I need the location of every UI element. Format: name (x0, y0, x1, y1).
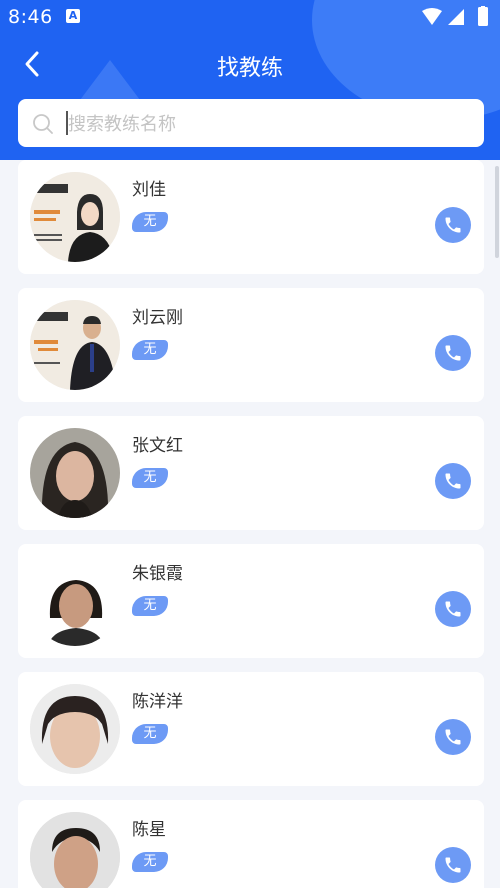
coach-card[interactable]: 朱银霞 无 (18, 544, 484, 658)
scrollbar[interactable] (495, 166, 499, 258)
coach-avatar (30, 172, 120, 262)
coach-name: 刘云刚 (132, 308, 183, 328)
coach-name: 朱银霞 (132, 564, 183, 584)
coach-avatar (30, 556, 120, 646)
coach-card[interactable]: 刘佳 无 (18, 160, 484, 274)
search-icon (33, 114, 53, 134)
coach-list[interactable]: 刘佳 无 刘云刚 无 张文红 无 朱银霞 无 陈洋洋 无 陈星 无 (0, 160, 500, 888)
phone-icon (445, 857, 461, 873)
coach-avatar (30, 428, 120, 518)
status-bar: 8:46 A (0, 0, 500, 34)
coach-card[interactable]: 陈洋洋 无 (18, 672, 484, 786)
coach-name: 陈洋洋 (132, 692, 183, 712)
call-button[interactable] (435, 719, 471, 755)
status-time: 8:46 (8, 6, 53, 28)
phone-icon (445, 473, 461, 489)
call-button[interactable] (435, 463, 471, 499)
text-cursor (66, 111, 68, 135)
coach-name: 陈星 (132, 820, 166, 840)
coach-tag: 无 (132, 212, 168, 232)
coach-tag: 无 (132, 724, 168, 744)
call-button[interactable] (435, 335, 471, 371)
coach-avatar (30, 684, 120, 774)
call-button[interactable] (435, 847, 471, 883)
coach-avatar (30, 812, 120, 888)
coach-name: 张文红 (132, 436, 183, 456)
coach-tag: 无 (132, 852, 168, 872)
phone-icon (445, 217, 461, 233)
app-notification-icon: A (66, 9, 80, 23)
page-title: 找教练 (216, 56, 283, 81)
coach-name: 刘佳 (132, 180, 166, 200)
coach-tag: 无 (132, 596, 168, 616)
coach-tag: 无 (132, 340, 168, 360)
coach-tag: 无 (132, 468, 168, 488)
coach-card[interactable]: 刘云刚 无 (18, 288, 484, 402)
call-button[interactable] (435, 207, 471, 243)
search-input[interactable] (66, 107, 470, 141)
phone-icon (445, 729, 461, 745)
coach-card[interactable]: 陈星 无 (18, 800, 484, 888)
call-button[interactable] (435, 591, 471, 627)
coach-card[interactable]: 张文红 无 (18, 416, 484, 530)
header: 8:46 A 找教练 (0, 0, 500, 160)
phone-icon (445, 601, 461, 617)
system-status-icons (422, 6, 488, 26)
phone-icon (445, 345, 461, 361)
search-box[interactable] (18, 99, 484, 147)
coach-avatar (30, 300, 120, 390)
